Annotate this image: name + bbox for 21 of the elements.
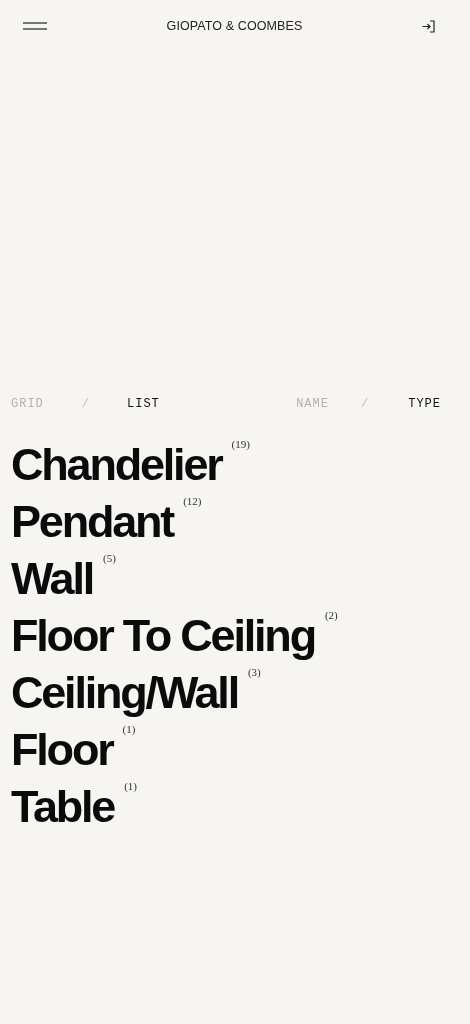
category-link[interactable]: Table: [11, 778, 115, 835]
item-count: (1): [122, 723, 136, 735]
category-link[interactable]: Floor: [11, 721, 113, 778]
brand-title[interactable]: GIOPATO & COOMBES: [166, 19, 303, 33]
item-count: (19): [231, 438, 250, 450]
item-count: (3): [247, 666, 261, 678]
category-link[interactable]: Chandelier: [11, 436, 222, 493]
login-icon[interactable]: [422, 19, 435, 33]
menu-icon[interactable]: [23, 22, 47, 30]
item-count: (2): [324, 609, 338, 621]
category-link[interactable]: Wall: [11, 550, 94, 607]
toggle-option[interactable]: LIST: [127, 397, 160, 411]
separator-slash: /: [81, 397, 89, 411]
category-link[interactable]: Pendant: [11, 493, 174, 550]
category-link[interactable]: Floor To Ceiling: [11, 607, 315, 664]
item-count: (1): [124, 780, 138, 792]
toggle-option[interactable]: TYPE: [408, 397, 441, 411]
separator-slash: /: [361, 397, 369, 411]
item-count: (12): [183, 495, 202, 507]
category-link[interactable]: Ceiling/Wall: [11, 664, 238, 721]
item-count: (5): [103, 552, 116, 564]
